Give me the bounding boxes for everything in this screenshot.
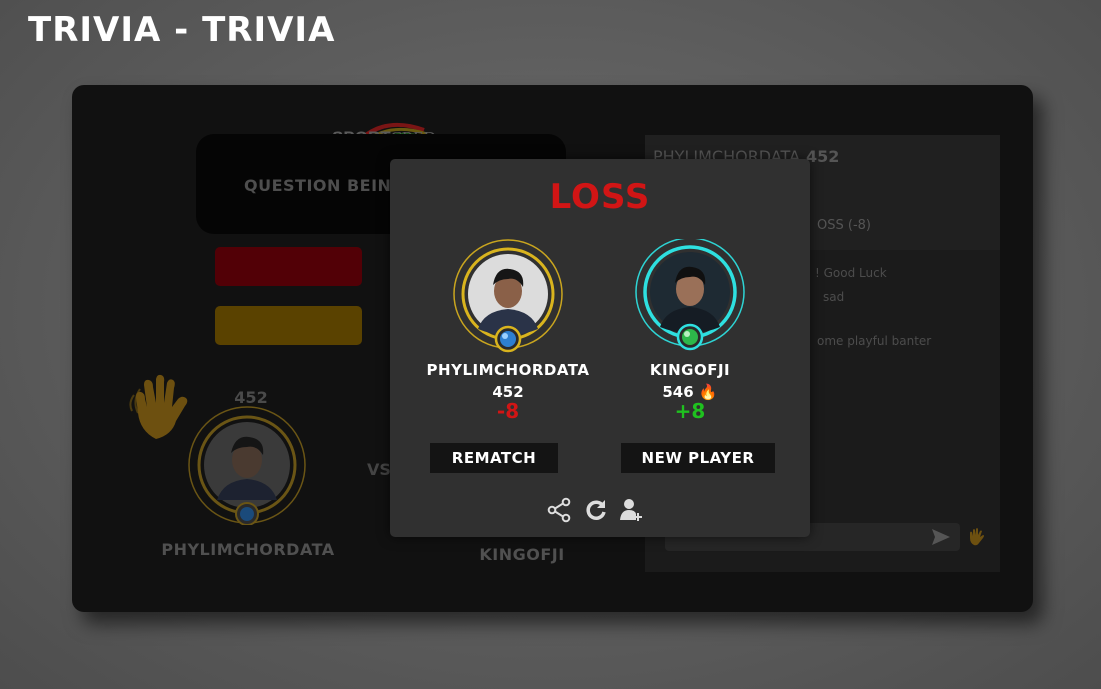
modal-left-delta: -8 (496, 399, 520, 423)
modal-left-player: PHYLIMCHORDATA 452 -8 (418, 239, 598, 421)
modal-right-player: KINGOFJI 546 🔥 +8 (600, 239, 780, 421)
modal-left-name: PHYLIMCHORDATA (426, 361, 590, 379)
question-text: QUESTION BEIN (244, 176, 392, 195)
new-player-button[interactable]: NEW PLAYER (621, 443, 775, 473)
refresh-icon[interactable] (583, 497, 609, 523)
page-title: TRIVIA - TRIVIA (28, 10, 336, 50)
answer-option-red[interactable] (215, 247, 362, 286)
answer-option-yellow[interactable] (215, 306, 362, 345)
modal-right-name: KINGOFJI (649, 361, 731, 379)
send-icon[interactable] (931, 527, 951, 547)
chat-message: ! Good Luck (815, 266, 887, 280)
chat-message: sad (823, 290, 845, 304)
chat-header-score: 452 (806, 147, 840, 166)
left-player-name: PHYLIMCHORDATA (161, 540, 335, 559)
left-player-avatar-modal (453, 239, 563, 353)
add-friend-icon[interactable] (618, 497, 644, 523)
right-player-name: KINGOFJI (479, 545, 565, 564)
modal-icon-row (546, 497, 656, 525)
modal-right-delta: +8 (674, 399, 706, 423)
result-title: LOSS (549, 177, 651, 217)
share-icon[interactable] (546, 497, 572, 523)
right-player-avatar-modal (635, 239, 745, 351)
chat-message: ome playful banter (817, 334, 932, 348)
rematch-button[interactable]: REMATCH (430, 443, 558, 473)
chat-result-line: OSS (-8) (817, 218, 871, 233)
chat-wave-icon[interactable] (967, 527, 987, 547)
vs-label: VS (367, 460, 391, 479)
left-player-avatar (187, 405, 307, 526)
result-modal: LOSS PHYLIMCHORDATA 452 -8 KINGOFJI 546 … (390, 159, 810, 537)
